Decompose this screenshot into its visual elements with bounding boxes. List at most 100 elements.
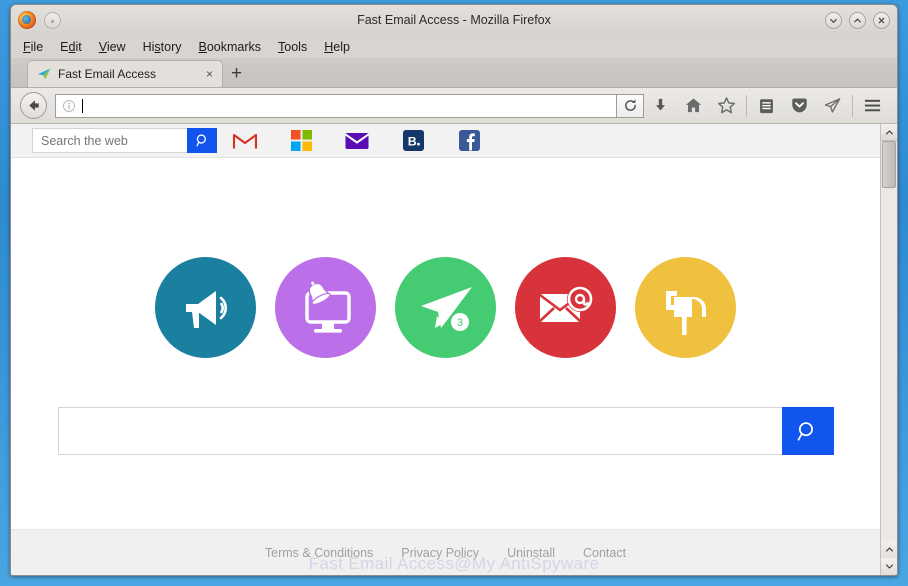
page-footer: Terms & Conditions Privacy Policy Uninst… bbox=[11, 529, 880, 575]
title-bar: Fast Email Access - Mozilla Firefox bbox=[11, 5, 897, 35]
footer-link-privacy[interactable]: Privacy Policy bbox=[401, 546, 479, 560]
quicklink-facebook[interactable] bbox=[441, 124, 497, 158]
menu-view[interactable]: View bbox=[99, 40, 126, 54]
mailbox-icon bbox=[665, 290, 706, 335]
maximize-button[interactable] bbox=[849, 11, 866, 29]
quicklink-outlook[interactable] bbox=[273, 124, 329, 158]
scroll-up-button[interactable] bbox=[881, 124, 897, 141]
circle-inbox[interactable] bbox=[515, 257, 616, 358]
browser-window: Fast Email Access - Mozilla Firefox File… bbox=[10, 4, 898, 576]
send-plane-icon bbox=[824, 98, 841, 113]
download-arrow-icon bbox=[655, 98, 666, 111]
chevron-up-icon bbox=[885, 129, 893, 135]
circle-mailbox[interactable] bbox=[635, 257, 736, 358]
menu-history[interactable]: History bbox=[143, 40, 182, 54]
quicklink-b-mail[interactable]: B bbox=[385, 124, 441, 158]
web-page: B bbox=[11, 124, 880, 575]
home-button[interactable] bbox=[677, 92, 710, 120]
quick-search bbox=[32, 128, 217, 153]
monitor-bell-icon bbox=[304, 281, 351, 333]
scroll-down-button-2[interactable] bbox=[881, 558, 897, 575]
firefox-logo-icon bbox=[18, 11, 36, 29]
circle-announcements[interactable] bbox=[155, 257, 256, 358]
paper-plane-icon bbox=[37, 68, 51, 80]
menu-bookmarks[interactable]: Bookmarks bbox=[199, 40, 262, 54]
scroll-down-buttons[interactable] bbox=[881, 541, 897, 575]
page-search-input[interactable] bbox=[57, 407, 782, 455]
page-viewport: B bbox=[11, 124, 897, 575]
footer-link-terms[interactable]: Terms & Conditions bbox=[265, 546, 373, 560]
quick-links-bar: B bbox=[11, 124, 880, 158]
page-scrollbar[interactable] bbox=[880, 124, 897, 575]
reload-button[interactable] bbox=[617, 93, 644, 118]
window-icon-button[interactable] bbox=[44, 11, 61, 29]
menu-tools[interactable]: Tools bbox=[278, 40, 307, 54]
scroll-down-button-1[interactable] bbox=[881, 541, 897, 558]
menu-file[interactable]: File bbox=[23, 40, 43, 54]
facebook-icon bbox=[458, 130, 480, 151]
b-dot-icon: B bbox=[402, 130, 424, 151]
quicklink-yahoo-mail[interactable] bbox=[329, 124, 385, 158]
page-search-box bbox=[57, 407, 834, 455]
window-controls bbox=[825, 11, 890, 29]
badge-count: 3 bbox=[456, 317, 462, 329]
tab-close-icon[interactable]: × bbox=[204, 67, 215, 81]
purple-envelope-icon bbox=[344, 132, 370, 149]
search-input[interactable] bbox=[32, 128, 187, 153]
menu-bar: File Edit View History Bookmarks Tools H… bbox=[11, 35, 897, 58]
bookmark-button[interactable] bbox=[710, 92, 743, 120]
megaphone-icon bbox=[185, 290, 227, 328]
navigation-toolbar bbox=[11, 88, 897, 124]
page-search-button[interactable] bbox=[781, 407, 834, 455]
tab-strip: Fast Email Access × + bbox=[11, 58, 897, 88]
menu-button[interactable] bbox=[856, 92, 889, 120]
minimize-button[interactable] bbox=[825, 11, 842, 29]
chevron-down-icon bbox=[885, 564, 893, 569]
new-tab-button[interactable]: + bbox=[223, 60, 250, 87]
back-button[interactable] bbox=[20, 92, 47, 119]
home-icon bbox=[685, 98, 702, 113]
toolbar-divider-2 bbox=[852, 94, 853, 117]
reading-list-button[interactable] bbox=[750, 92, 783, 120]
url-bar[interactable] bbox=[55, 93, 617, 118]
chevron-up-icon bbox=[854, 18, 861, 22]
circle-send-mail[interactable]: 3 bbox=[395, 257, 496, 358]
tab-fast-email-access[interactable]: Fast Email Access × bbox=[27, 60, 223, 87]
menu-help[interactable]: Help bbox=[324, 40, 350, 54]
menu-edit[interactable]: Edit bbox=[60, 40, 82, 54]
gmail-icon bbox=[232, 133, 258, 148]
paper-plane-icon: 3 bbox=[420, 286, 472, 331]
footer-link-uninstall[interactable]: Uninstall bbox=[507, 546, 555, 560]
reload-icon bbox=[624, 99, 636, 111]
envelope-at-icon bbox=[538, 285, 593, 322]
back-arrow-icon bbox=[29, 100, 39, 111]
footer-link-contact[interactable]: Contact bbox=[583, 546, 626, 560]
svg-text:B: B bbox=[407, 135, 416, 149]
quicklink-gmail[interactable] bbox=[217, 124, 273, 158]
downloads-button[interactable] bbox=[644, 92, 677, 120]
star-icon bbox=[717, 97, 736, 114]
hamburger-menu-icon bbox=[864, 99, 881, 112]
scrollbar-thumb[interactable] bbox=[882, 141, 896, 188]
close-button[interactable] bbox=[873, 11, 890, 29]
toolbar-divider bbox=[746, 94, 747, 117]
circle-notifications[interactable] bbox=[275, 257, 376, 358]
search-icon bbox=[797, 421, 813, 441]
info-icon[interactable] bbox=[62, 99, 76, 113]
scrollbar-track[interactable] bbox=[881, 141, 897, 541]
tab-label: Fast Email Access bbox=[58, 67, 157, 81]
close-icon bbox=[878, 17, 885, 23]
url-text-cursor bbox=[82, 98, 83, 113]
clipboard-icon bbox=[760, 98, 773, 113]
microsoft-squares-icon bbox=[290, 130, 312, 151]
sync-send-button[interactable] bbox=[816, 92, 849, 120]
chevron-down-icon bbox=[830, 18, 837, 23]
search-button[interactable] bbox=[187, 128, 217, 153]
pocket-shield-icon bbox=[792, 98, 807, 113]
main-content: 3 bbox=[11, 158, 880, 529]
chevron-up-icon bbox=[885, 547, 893, 552]
search-icon bbox=[195, 134, 206, 147]
shortcut-circles: 3 bbox=[155, 257, 736, 358]
window-title: Fast Email Access - Mozilla Firefox bbox=[357, 13, 551, 27]
pocket-button[interactable] bbox=[783, 92, 816, 120]
